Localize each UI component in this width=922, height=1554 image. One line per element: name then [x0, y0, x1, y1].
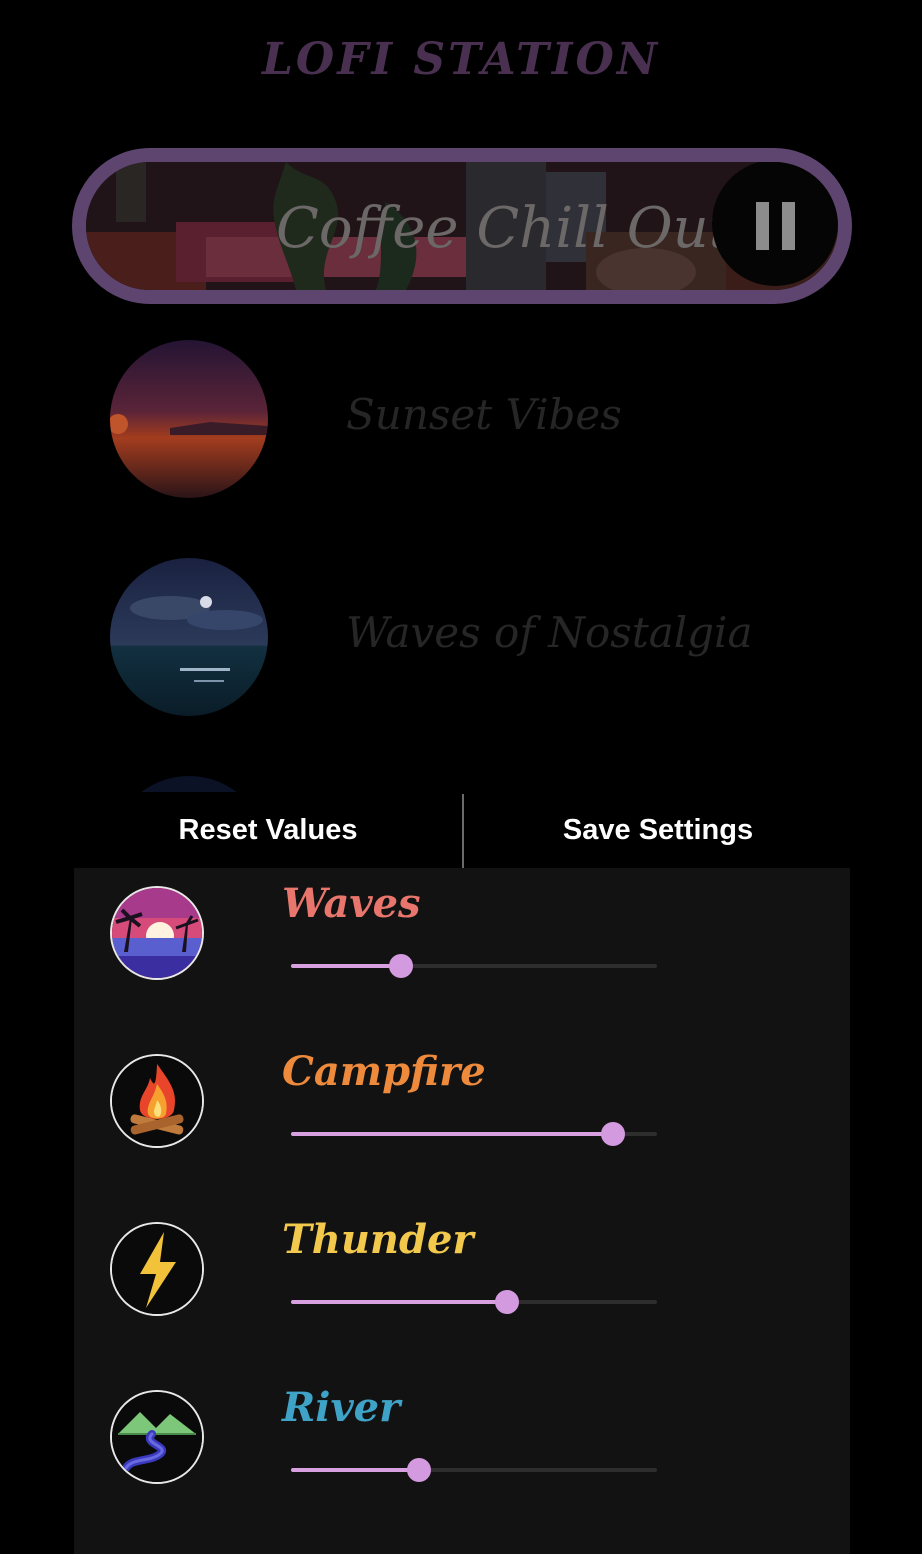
waves-of-nostalgia-thumbnail	[110, 558, 268, 716]
sound-row-thunder: Thunder	[110, 1216, 710, 1318]
slider-handle[interactable]	[407, 1458, 432, 1482]
app-title: LOFI STATION	[261, 34, 661, 85]
sound-label-campfire: Campfire	[282, 1048, 486, 1095]
volume-slider-waves[interactable]	[291, 953, 657, 979]
slider-handle[interactable]	[494, 1290, 519, 1314]
track-name: Sunset Vibes	[346, 390, 622, 439]
slider-handle[interactable]	[388, 954, 413, 978]
volume-slider-thunder[interactable]	[291, 1289, 657, 1315]
sound-label-thunder: Thunder	[282, 1216, 474, 1263]
reset-values-button[interactable]: Reset Values	[74, 792, 462, 868]
sound-row-river: River	[110, 1384, 710, 1486]
slider-handle[interactable]	[601, 1122, 626, 1146]
next-track-thumbnail	[110, 776, 268, 792]
pause-button[interactable]	[712, 162, 838, 286]
track-item-waves-of-nostalgia[interactable]: Waves of Nostalgia	[110, 558, 810, 716]
lightning-icon	[110, 1222, 204, 1316]
sound-row-campfire: Campfire	[110, 1048, 710, 1150]
beach-sunset-icon	[110, 886, 204, 980]
volume-slider-river[interactable]	[291, 1457, 657, 1483]
save-settings-button[interactable]: Save Settings	[464, 792, 852, 868]
now-playing-card[interactable]: Coffee Chill Out	[72, 148, 852, 304]
sunset-vibes-thumbnail	[110, 340, 268, 498]
now-playing-title: Coffee Chill Out	[276, 196, 732, 261]
track-name: Waves of Nostalgia	[346, 608, 753, 657]
track-item-sunset-vibes[interactable]: Sunset Vibes	[110, 340, 810, 498]
sound-row-waves: Waves	[110, 880, 710, 982]
sound-label-river: River	[282, 1384, 401, 1431]
sound-label-waves: Waves	[282, 880, 421, 927]
settings-actions: Reset Values Save Settings	[74, 792, 850, 868]
volume-slider-campfire[interactable]	[291, 1121, 657, 1147]
river-icon	[110, 1390, 204, 1484]
campfire-icon	[110, 1054, 204, 1148]
